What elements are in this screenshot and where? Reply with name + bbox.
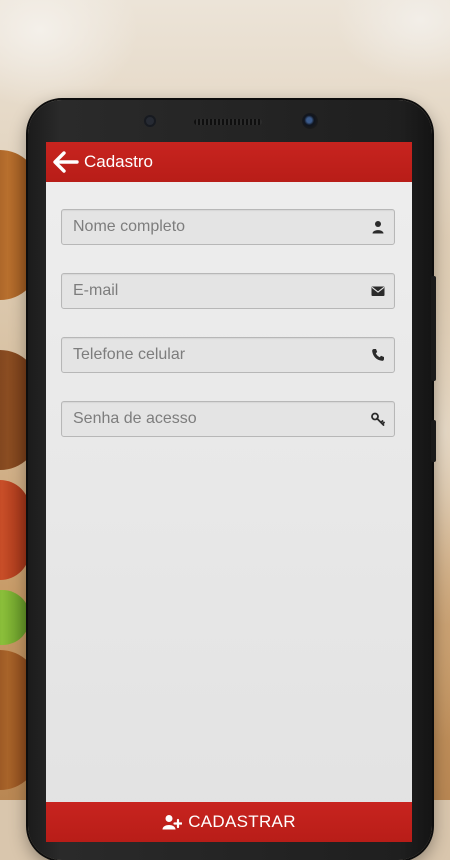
- user-plus-icon: [162, 815, 183, 830]
- earpiece-speaker: [194, 119, 262, 125]
- password-input[interactable]: [62, 402, 394, 436]
- phone-field: [61, 337, 395, 373]
- user-icon: [372, 221, 384, 234]
- page-title: Cadastro: [84, 152, 153, 171]
- app-bar: Cadastro: [46, 142, 412, 182]
- name-input[interactable]: [62, 210, 394, 244]
- envelope-icon: [371, 286, 385, 296]
- register-button-label: CADASTRAR: [188, 812, 296, 831]
- key-icon: [371, 412, 385, 426]
- signup-form: [61, 209, 395, 465]
- name-field: [61, 209, 395, 245]
- sensor: [144, 115, 156, 127]
- email-input[interactable]: [62, 274, 394, 308]
- volume-button: [431, 276, 436, 381]
- password-field: [61, 401, 395, 437]
- phone-frame: Cadastro Nome completo E-mail Telefone c…: [28, 100, 436, 860]
- front-camera: [302, 113, 318, 129]
- email-field: [61, 273, 395, 309]
- phone-input[interactable]: [62, 338, 394, 372]
- power-button: [431, 420, 436, 462]
- app-screen: Cadastro Nome completo E-mail Telefone c…: [46, 142, 412, 842]
- arrow-left-icon: [53, 151, 79, 173]
- back-button[interactable]: [51, 147, 81, 177]
- phone-icon: [372, 349, 384, 361]
- register-button[interactable]: CADASTRAR: [46, 802, 412, 842]
